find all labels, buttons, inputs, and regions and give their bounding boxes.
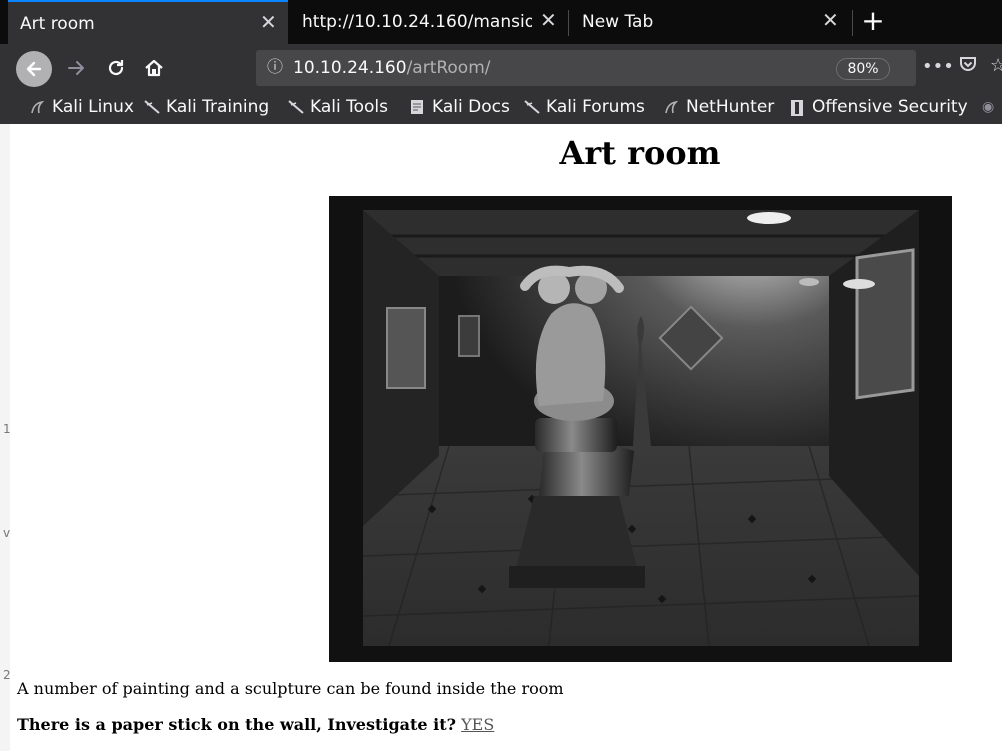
tab-mansion[interactable]: http://10.10.24.160/mansion ✕: [290, 0, 566, 44]
close-icon[interactable]: ✕: [540, 10, 557, 30]
arrow-left-icon: [26, 61, 42, 77]
bookmark-nethunter[interactable]: NetHunter: [664, 97, 774, 117]
bookmarks-toolbar: Kali Linux Kali Training Kali Tools Kali…: [0, 92, 1002, 124]
tab-divider: [852, 10, 853, 36]
bookmark-label: Kali Forums: [546, 97, 645, 117]
tab-divider: [568, 10, 569, 36]
offsec-icon: [790, 99, 806, 116]
bookmark-kali-docs[interactable]: Kali Docs: [410, 97, 510, 117]
home-icon: [145, 59, 163, 77]
art-room-photo: [329, 196, 952, 662]
address-bar[interactable]: ⓘ 10.10.24.160/artRoom/ 80%: [256, 50, 916, 86]
close-icon[interactable]: ✕: [822, 10, 839, 30]
yes-link[interactable]: YES: [461, 715, 494, 734]
pocket-icon[interactable]: [958, 54, 978, 79]
url-path: /artRoom/: [406, 58, 491, 78]
bookmark-overflow-icon[interactable]: ◉: [982, 99, 994, 115]
tab-title: New Tab: [582, 12, 654, 32]
room-description: A number of painting and a sculpture can…: [17, 679, 564, 698]
back-button[interactable]: [16, 51, 52, 87]
info-icon[interactable]: ⓘ: [264, 56, 286, 78]
bookmark-kali-linux[interactable]: Kali Linux: [30, 97, 134, 117]
tab-new-tab[interactable]: New Tab ✕: [570, 0, 850, 44]
page-actions-icon[interactable]: •••: [922, 56, 954, 77]
investigate-question: There is a paper stick on the wall, Inve…: [17, 715, 456, 734]
arrow-right-icon: [68, 61, 84, 75]
bookmark-label: Kali Docs: [432, 97, 510, 117]
document-icon: [410, 99, 426, 115]
bookmark-label: NetHunter: [686, 97, 775, 117]
url-text: 10.10.24.160/artRoom/: [293, 58, 491, 78]
page-title: Art room: [559, 134, 721, 172]
page-content: 1 v 2 Art room A number of painting and …: [0, 124, 1002, 751]
bookmark-offensive-security[interactable]: Offensive Security: [790, 97, 968, 117]
new-tab-button[interactable]: +: [858, 6, 888, 36]
url-host: 10.10.24.160: [293, 58, 407, 78]
kali-dragon-icon: [664, 99, 680, 115]
bookmark-label: Kali Tools: [310, 97, 388, 117]
tab-art-room[interactable]: Art room ✕: [8, 0, 288, 44]
kali-dragon-icon: [288, 99, 304, 115]
bookmark-label: Offensive Security: [812, 97, 968, 117]
reload-button[interactable]: [100, 52, 132, 84]
kali-dragon-icon: [144, 99, 160, 115]
tab-strip: Art room ✕ http://10.10.24.160/mansion ✕…: [0, 0, 1002, 44]
bookmark-label: Kali Training: [166, 97, 270, 117]
kali-dragon-icon: [30, 99, 46, 115]
reload-icon: [108, 60, 124, 76]
forward-button[interactable]: [60, 52, 92, 84]
bookmark-kali-tools[interactable]: Kali Tools: [288, 97, 388, 117]
left-gutter: 1 v 2: [0, 124, 11, 751]
star-icon[interactable]: ☆: [990, 55, 1002, 76]
gutter-char: v: [3, 526, 11, 540]
bookmark-kali-training[interactable]: Kali Training: [144, 97, 269, 117]
investigate-prompt: There is a paper stick on the wall, Inve…: [17, 715, 494, 734]
close-icon[interactable]: ✕: [260, 12, 277, 32]
zoom-level-badge[interactable]: 80%: [836, 58, 890, 80]
bookmark-kali-forums[interactable]: Kali Forums: [524, 97, 645, 117]
kali-dragon-icon: [524, 99, 540, 115]
home-button[interactable]: [138, 52, 170, 84]
gutter-char: 2: [3, 668, 11, 682]
tab-title: Art room: [20, 14, 95, 34]
gutter-char: 1: [3, 422, 11, 436]
bookmark-label: Kali Linux: [52, 97, 134, 117]
tab-title: http://10.10.24.160/mansion: [302, 12, 532, 32]
